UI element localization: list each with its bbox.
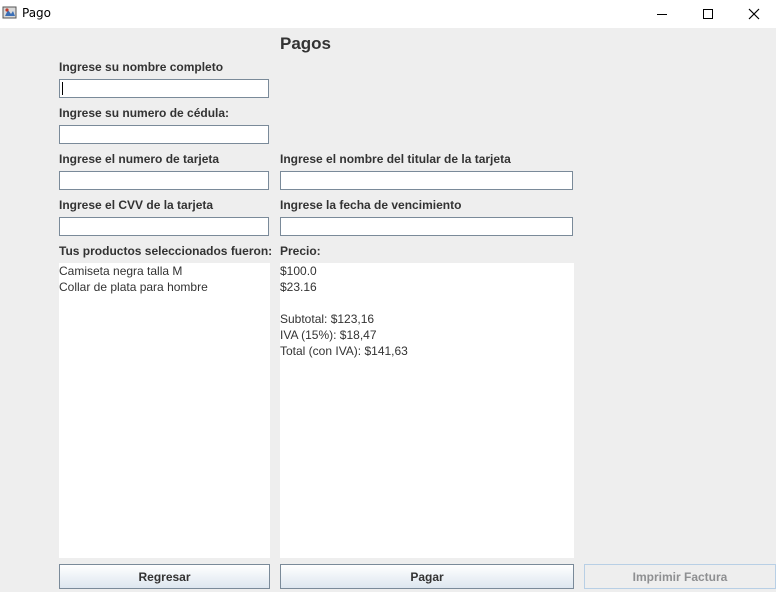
back-button[interactable]: Regresar: [59, 564, 270, 589]
maximize-button[interactable]: [685, 0, 731, 28]
card-holder-label: Ingrese el nombre del titular de la tarj…: [280, 152, 511, 166]
id-label: Ingrese su numero de cédula:: [59, 106, 230, 120]
subtotal-text: Subtotal: $123,16: [280, 312, 375, 326]
card-number-label: Ingrese el numero de tarjeta: [59, 152, 220, 166]
close-icon: [748, 8, 760, 20]
products-list[interactable]: Camiseta negra talla M Collar de plata p…: [59, 263, 270, 558]
price-item: $23.16: [280, 280, 317, 294]
iva-text: IVA (15%): $18,47: [280, 328, 377, 342]
card-number-input[interactable]: [59, 171, 269, 190]
id-input[interactable]: [59, 125, 269, 144]
total-text: Total (con IVA): $141,63: [280, 344, 408, 358]
product-item: Collar de plata para hombre: [59, 280, 208, 294]
java-app-icon: [2, 6, 17, 19]
title-bar: Pago: [0, 0, 776, 28]
payment-form: Pagos Ingrese su nombre completo Ingrese…: [0, 28, 776, 592]
name-input[interactable]: [59, 79, 269, 98]
price-label: Precio:: [280, 244, 321, 258]
card-holder-input[interactable]: [280, 171, 573, 190]
page-title: Pagos: [280, 34, 332, 53]
expiry-label: Ingrese la fecha de vencimiento: [280, 198, 462, 212]
window-title: Pago: [22, 6, 52, 20]
price-item: $100.0: [280, 264, 317, 278]
products-label: Tus productos seleccionados fueron:: [59, 244, 273, 258]
product-item: Camiseta negra talla M: [59, 264, 183, 278]
print-invoice-button[interactable]: Imprimir Factura: [584, 564, 776, 589]
text-caret: [62, 82, 63, 95]
minimize-button[interactable]: [639, 0, 685, 28]
close-button[interactable]: [731, 0, 776, 28]
price-list[interactable]: $100.0 $23.16 Subtotal: $123,16 IVA (15%…: [280, 263, 574, 558]
name-label: Ingrese su nombre completo: [59, 60, 224, 74]
minimize-icon: [657, 14, 667, 15]
pay-button[interactable]: Pagar: [280, 564, 574, 589]
cvv-label: Ingrese el CVV de la tarjeta: [59, 198, 214, 212]
cvv-input[interactable]: [59, 217, 269, 236]
expiry-input[interactable]: [280, 217, 573, 236]
maximize-icon: [703, 9, 713, 19]
